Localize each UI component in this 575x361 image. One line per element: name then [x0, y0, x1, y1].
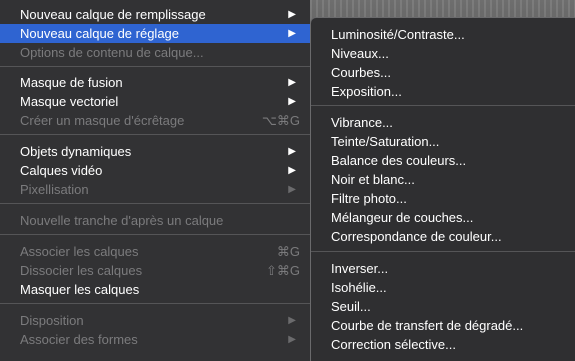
- menu-item-label: Options de contenu de calque...: [20, 45, 204, 60]
- menu-item-label: Nouvelle tranche d'après un calque: [20, 213, 224, 228]
- menu-item-label: Masque vectoriel: [20, 94, 119, 109]
- menu-item-label: Correspondance de couleur...: [331, 229, 502, 244]
- menu-item-label: Mélangeur de couches...: [331, 210, 474, 225]
- menu-item-label: Calques vidéo: [20, 163, 103, 178]
- menu-separator: [0, 134, 310, 135]
- shortcut-label: ⌥⌘G: [261, 113, 300, 128]
- menu-item-nouvelle-tranche: Nouvelle tranche d'après un calque: [0, 211, 310, 230]
- submenu-item-luminosite-contraste[interactable]: Luminosité/Contraste...: [311, 25, 575, 44]
- menu-item-label: Objets dynamiques: [20, 144, 132, 159]
- menu-item-dissocier-les-calques: Dissocier les calques ⇧⌘G: [0, 261, 310, 280]
- submenu-item-melangeur-de-couches[interactable]: Mélangeur de couches...: [311, 208, 575, 227]
- submenu-item-seuil[interactable]: Seuil...: [311, 297, 575, 316]
- shortcut-label: ⇧⌘G: [265, 263, 300, 278]
- menu-item-options-de-contenu: Options de contenu de calque...: [0, 43, 310, 62]
- menu-separator: [0, 303, 310, 304]
- menu-item-masquer-les-calques[interactable]: Masquer les calques: [0, 280, 310, 299]
- adjustment-layer-submenu: Luminosité/Contraste... Niveaux... Courb…: [310, 17, 575, 361]
- menu-item-label: Balance des couleurs...: [331, 153, 467, 168]
- submenu-item-filtre-photo[interactable]: Filtre photo...: [311, 189, 575, 208]
- submenu-arrow-icon: ▶: [288, 9, 296, 20]
- menu-item-label: Niveaux...: [331, 46, 389, 61]
- menu-item-label: Associer des formes: [20, 332, 138, 347]
- menu-item-label: Nouveau calque de remplissage: [20, 7, 206, 22]
- menu-item-label: Teinte/Saturation...: [331, 134, 440, 149]
- menu-item-label: Vibrance...: [331, 115, 393, 130]
- menu-item-disposition: Disposition ▶: [0, 311, 310, 330]
- menu-item-label: Masquer les calques: [20, 282, 140, 297]
- submenu-item-niveaux[interactable]: Niveaux...: [311, 44, 575, 63]
- submenu-item-balance-des-couleurs[interactable]: Balance des couleurs...: [311, 151, 575, 170]
- submenu-item-inverser[interactable]: Inverser...: [311, 259, 575, 278]
- menu-item-label: Correction sélective...: [331, 337, 456, 352]
- menu-item-label: Courbe de transfert de dégradé...: [331, 318, 524, 333]
- submenu-item-correspondance-de-couleur[interactable]: Correspondance de couleur...: [311, 227, 575, 246]
- submenu-arrow-icon: ▶: [288, 146, 296, 157]
- menu-item-label: Seuil...: [331, 299, 371, 314]
- menu-item-label: Créer un masque d'écrêtage: [20, 113, 185, 128]
- menu-item-label: Isohélie...: [331, 280, 387, 295]
- submenu-arrow-icon: ▶: [288, 96, 296, 107]
- menu-item-label: Disposition: [20, 313, 84, 328]
- submenu-arrow-icon: ▶: [288, 165, 296, 176]
- menu-item-label: Inverser...: [331, 261, 389, 276]
- menu-separator: [311, 251, 575, 252]
- menu-item-masque-de-fusion[interactable]: Masque de fusion ▶: [0, 73, 310, 92]
- menu-item-label: Associer les calques: [20, 244, 139, 259]
- menu-item-pixellisation: Pixellisation ▶: [0, 180, 310, 199]
- menu-item-creer-masque-ecretage: Créer un masque d'écrêtage ⌥⌘G: [0, 111, 310, 130]
- menu-item-associer-les-calques: Associer les calques ⌘G: [0, 242, 310, 261]
- menu-item-label: Dissocier les calques: [20, 263, 143, 278]
- menu-item-label: Pixellisation: [20, 182, 89, 197]
- submenu-item-exposition[interactable]: Exposition...: [311, 82, 575, 101]
- submenu-item-isohelie[interactable]: Isohélie...: [311, 278, 575, 297]
- submenu-item-teinte-saturation[interactable]: Teinte/Saturation...: [311, 132, 575, 151]
- submenu-item-courbes[interactable]: Courbes...: [311, 63, 575, 82]
- menu-item-label: Noir et blanc...: [331, 172, 415, 187]
- menu-separator: [0, 203, 310, 204]
- menu-item-label: Exposition...: [331, 84, 402, 99]
- menu-item-label: Luminosité/Contraste...: [331, 27, 465, 42]
- menu-item-masque-vectoriel[interactable]: Masque vectoriel ▶: [0, 92, 310, 111]
- submenu-item-vibrance[interactable]: Vibrance...: [311, 113, 575, 132]
- menu-item-label: Filtre photo...: [331, 191, 407, 206]
- menu-separator: [0, 66, 310, 67]
- submenu-arrow-icon: ▶: [288, 315, 296, 326]
- menu-item-label: Masque de fusion: [20, 75, 123, 90]
- submenu-arrow-icon: ▶: [288, 184, 296, 195]
- menu-item-label: Nouveau calque de réglage: [20, 26, 180, 41]
- submenu-arrow-icon: ▶: [288, 334, 296, 345]
- menu-item-nouveau-calque-de-remplissage[interactable]: Nouveau calque de remplissage ▶: [0, 5, 310, 24]
- submenu-item-courbe-de-transfert-de-degrade[interactable]: Courbe de transfert de dégradé...: [311, 316, 575, 335]
- submenu-item-noir-et-blanc[interactable]: Noir et blanc...: [311, 170, 575, 189]
- submenu-arrow-icon: ▶: [288, 28, 296, 39]
- menu-separator: [0, 234, 310, 235]
- menu-separator: [311, 105, 575, 106]
- layer-menu: Nouveau calque de remplissage ▶ Nouveau …: [0, 0, 310, 361]
- shortcut-label: ⌘G: [276, 244, 300, 259]
- menu-item-label: Courbes...: [331, 65, 391, 80]
- menu-item-calques-video[interactable]: Calques vidéo ▶: [0, 161, 310, 180]
- submenu-arrow-icon: ▶: [288, 77, 296, 88]
- menu-item-associer-des-formes: Associer des formes ▶: [0, 330, 310, 349]
- menu-item-objets-dynamiques[interactable]: Objets dynamiques ▶: [0, 142, 310, 161]
- submenu-item-correction-selective[interactable]: Correction sélective...: [311, 335, 575, 354]
- menu-item-nouveau-calque-de-reglage[interactable]: Nouveau calque de réglage ▶: [0, 24, 310, 43]
